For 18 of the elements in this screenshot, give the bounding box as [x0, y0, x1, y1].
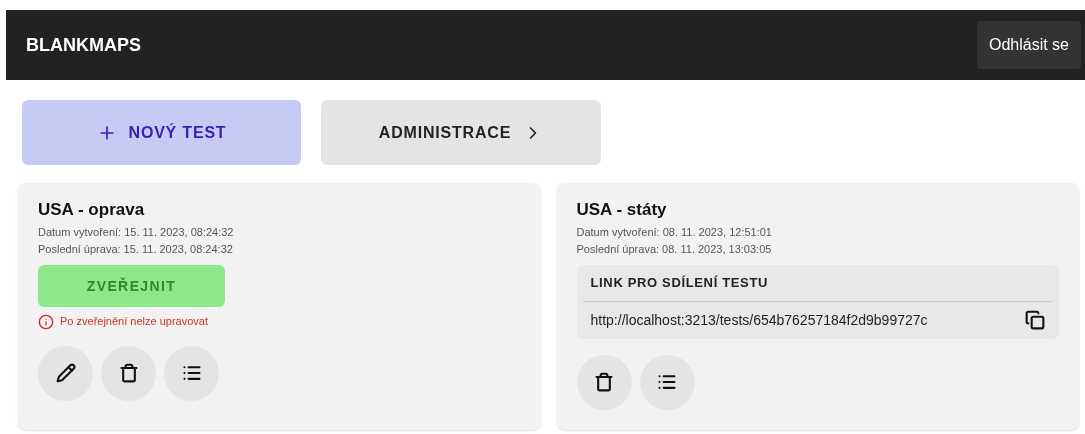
warning-text: Po zveřejnění nelze upravovat: [60, 314, 208, 330]
modified-date: Poslední úprava: 15. 11. 2023, 08:24:32: [38, 241, 234, 257]
pencil-icon: [55, 363, 76, 384]
share-heading: LINK PRO SDÍLENÍ TESTU: [582, 273, 1053, 302]
delete-icon: [594, 372, 614, 393]
created-date: Datum vytvoření: 15. 11. 2023, 08:24:32: [38, 225, 235, 241]
copy-button[interactable]: [1025, 310, 1045, 331]
logout-button[interactable]: Odhlásit se: [976, 21, 1081, 69]
copy-icon: [1025, 310, 1045, 331]
created-date: Datum vytvoření: 08. 11. 2023, 12:51:01: [576, 225, 773, 241]
test-title: USA - oprava: [38, 199, 146, 221]
administration-button[interactable]: ADMINISTRACE: [321, 100, 601, 165]
test-title: USA - státy: [576, 199, 668, 221]
info-icon: [38, 313, 54, 330]
modified-date: Poslední úprava: 08. 11. 2023, 13:03:05: [576, 241, 773, 257]
new-test-button[interactable]: NOVÝ TEST: [22, 100, 301, 165]
delete-icon: [118, 363, 139, 384]
app-title: BLANKMAPS: [26, 33, 141, 57]
